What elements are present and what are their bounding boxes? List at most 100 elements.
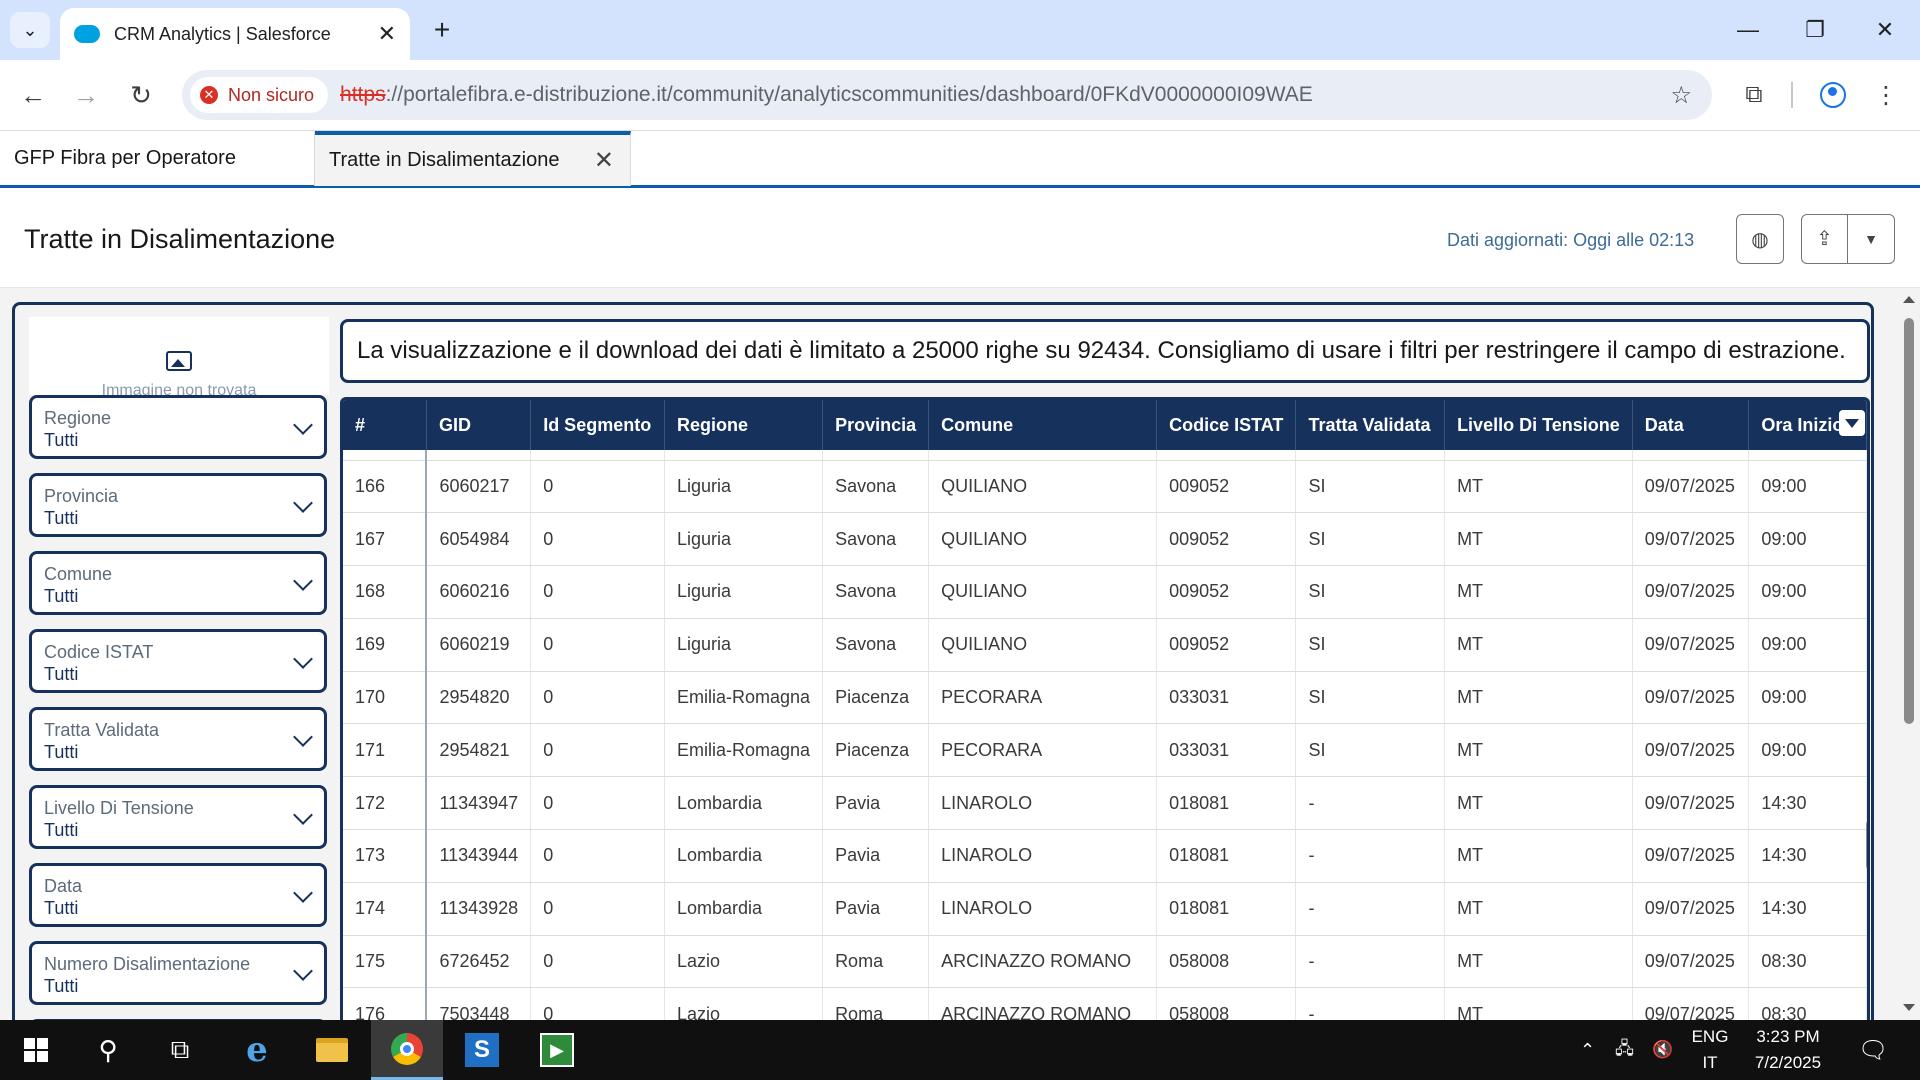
dropdown-icon[interactable]: ▼: [1848, 231, 1894, 247]
table-row[interactable]: 169 6060219 0 Liguria Savona QUILIANO 009052 SI…: [343, 618, 1867, 672]
app-player-icon[interactable]: ▶: [521, 1020, 593, 1080]
table-cell: Lazio: [664, 935, 824, 989]
windows-icon: [24, 1038, 48, 1062]
column-header[interactable]: Comune: [928, 400, 1158, 450]
table-cell: 167: [343, 512, 428, 567]
tray-chevron-icon[interactable]: ⌃: [1580, 1020, 1595, 1080]
table-row[interactable]: 174 11343928 0 Lombardia Pavia LINAROLO 018081…: [343, 882, 1867, 936]
forward-icon[interactable]: →: [68, 77, 104, 113]
filter-data[interactable]: Data Tutti: [29, 863, 327, 927]
table-cell: 2954820: [426, 671, 532, 725]
app-s-icon[interactable]: S: [446, 1020, 518, 1080]
internet-explorer-icon[interactable]: e: [221, 1020, 293, 1080]
search-icon[interactable]: ⚲: [72, 1020, 144, 1080]
table-cell: 009052: [1156, 512, 1297, 567]
address-bar[interactable]: ✕ Non sicuro https://portalefibra.e-dist…: [182, 70, 1712, 120]
column-header[interactable]: Tratta Validata: [1295, 400, 1446, 450]
column-header[interactable]: Livello Di Tensione: [1444, 400, 1633, 450]
data-table: # GID Id Segmento Regione Provincia Comu…: [343, 400, 1867, 1034]
bookmark-star-icon[interactable]: ☆: [1670, 81, 1692, 110]
table-cell: 0: [530, 882, 665, 936]
filter-livello-tensione[interactable]: Livello Di Tensione Tutti: [29, 785, 327, 849]
filter-codice-istat[interactable]: Codice ISTAT Tutti: [29, 629, 327, 693]
chrome-icon[interactable]: [371, 1020, 443, 1080]
scroll-down-icon[interactable]: [1903, 1004, 1915, 1011]
minimize-button[interactable]: —: [1725, 12, 1771, 48]
column-header[interactable]: #: [343, 400, 427, 450]
notification-icon[interactable]: 🗨: [1858, 1020, 1888, 1080]
filter-numero-disalimentazione[interactable]: Numero Disalimentazione Tutti: [29, 941, 327, 1005]
table-cell: Savona: [822, 460, 930, 514]
network-icon[interactable]: 🖧: [1615, 1020, 1634, 1080]
table-row[interactable]: 173 11343944 0 Lombardia Pavia LINAROLO 018081…: [343, 829, 1867, 883]
tab-search-button[interactable]: ⌄: [10, 12, 50, 48]
image-placeholder: Immagine non trovata: [29, 317, 329, 396]
table-cell: 018081: [1156, 829, 1297, 883]
clock-date: 7/2/2025: [1754, 1053, 1822, 1072]
table-cell: SI: [1295, 460, 1446, 514]
image-placeholder-text: Immagine non trovata: [101, 382, 257, 396]
tab-tratte-disalimentazione[interactable]: Tratte in Disalimentazione ✕: [315, 131, 631, 186]
table-row[interactable]: 168 6060216 0 Liguria Savona QUILIANO 009052 SI…: [343, 565, 1867, 619]
menu-dots-icon[interactable]: ⋮: [1868, 77, 1904, 113]
close-window-button[interactable]: ✕: [1862, 12, 1908, 48]
scrollbar-thumb[interactable]: [1904, 318, 1914, 724]
browser-tab-active[interactable]: CRM Analytics | Salesforce ✕: [60, 8, 410, 60]
column-header[interactable]: Regione: [664, 400, 824, 450]
table-cell: Piacenza: [822, 723, 930, 778]
table-cell: 08:30: [1748, 935, 1867, 989]
chevron-down-icon: ⌄: [22, 19, 38, 40]
filter-comune[interactable]: Comune Tutti: [29, 551, 327, 615]
close-icon[interactable]: ✕: [594, 146, 614, 175]
table-row[interactable]: 171 2954821 0 Emilia-Romagna Piacenza PECORAR…: [343, 723, 1867, 778]
volume-muted-icon[interactable]: 🔇: [1652, 1020, 1673, 1080]
extensions-icon[interactable]: ⧉: [1736, 77, 1772, 113]
table-cell: Liguria: [664, 565, 824, 619]
clock[interactable]: 3:23 PM 7/2/2025: [1740, 1020, 1836, 1080]
task-view-icon[interactable]: ⧉: [144, 1020, 216, 1080]
filter-tratta-validata[interactable]: Tratta Validata Tutti: [29, 707, 327, 771]
table-row[interactable]: 175 6726452 0 Lazio Roma ARCINAZZO ROMANO 0580…: [343, 935, 1867, 989]
profile-icon[interactable]: [1815, 77, 1851, 113]
table-cell: 6060216: [426, 565, 532, 619]
table-cell: 0: [530, 829, 665, 883]
table-row[interactable]: 167 6054984 0 Liguria Savona QUILIANO 009052 SI…: [343, 512, 1867, 567]
table-cell: -: [1295, 829, 1446, 883]
column-header[interactable]: Id Segmento: [530, 400, 665, 450]
table-dropdown-icon[interactable]: [1839, 410, 1865, 436]
table-row[interactable]: 166 6060217 0 Liguria Savona QUILIANO 009052 SI…: [343, 460, 1867, 514]
table-cell: PECORARA: [928, 671, 1158, 725]
theme-button[interactable]: ◍: [1736, 214, 1784, 264]
share-icon[interactable]: ⇪: [1802, 215, 1848, 263]
new-tab-button[interactable]: +: [424, 12, 460, 48]
table-cell: PECORARA: [928, 723, 1158, 778]
reload-icon[interactable]: ↻: [123, 77, 159, 113]
restore-button[interactable]: ❐: [1792, 12, 1838, 48]
table-row[interactable]: 170 2954820 0 Emilia-Romagna Piacenza PECORAR…: [343, 671, 1867, 725]
filter-regione[interactable]: Regione Tutti: [29, 395, 327, 459]
column-header[interactable]: Data: [1632, 400, 1750, 450]
column-header[interactable]: Codice ISTAT: [1156, 400, 1297, 450]
tab-gfp-fibra[interactable]: GFP Fibra per Operatore: [0, 131, 315, 186]
close-tab-icon[interactable]: ✕: [378, 21, 396, 47]
data-table-container: # GID Id Segmento Regione Provincia Comu…: [340, 397, 1870, 1037]
page-scrollbar[interactable]: [1898, 290, 1920, 1020]
scroll-up-icon[interactable]: [1903, 296, 1915, 303]
filter-provincia[interactable]: Provincia Tutti: [29, 473, 327, 537]
table-cell: Emilia-Romagna: [664, 723, 824, 778]
back-icon[interactable]: ←: [15, 77, 51, 113]
url-text[interactable]: https://portalefibra.e-distribuzione.it/…: [340, 83, 1313, 107]
table-row[interactable]: 172 11343947 0 Lombardia Pavia LINAROLO 018081…: [343, 776, 1867, 831]
column-header[interactable]: Provincia: [822, 400, 930, 450]
start-button[interactable]: [0, 1020, 72, 1080]
table-cell: 11343944: [426, 829, 532, 883]
data-updated-text: Dati aggiornati: Oggi alle 02:13: [1447, 230, 1695, 250]
file-explorer-icon[interactable]: [296, 1020, 368, 1080]
table-scrollbar[interactable]: [1866, 820, 1867, 870]
table-cell: MT: [1444, 671, 1633, 725]
column-header[interactable]: GID: [426, 400, 532, 450]
security-chip[interactable]: ✕ Non sicuro: [190, 77, 329, 113]
table-cell: 09/07/2025: [1632, 935, 1750, 989]
table-cell: MT: [1444, 882, 1633, 936]
language-indicator[interactable]: ENG IT: [1690, 1020, 1730, 1080]
